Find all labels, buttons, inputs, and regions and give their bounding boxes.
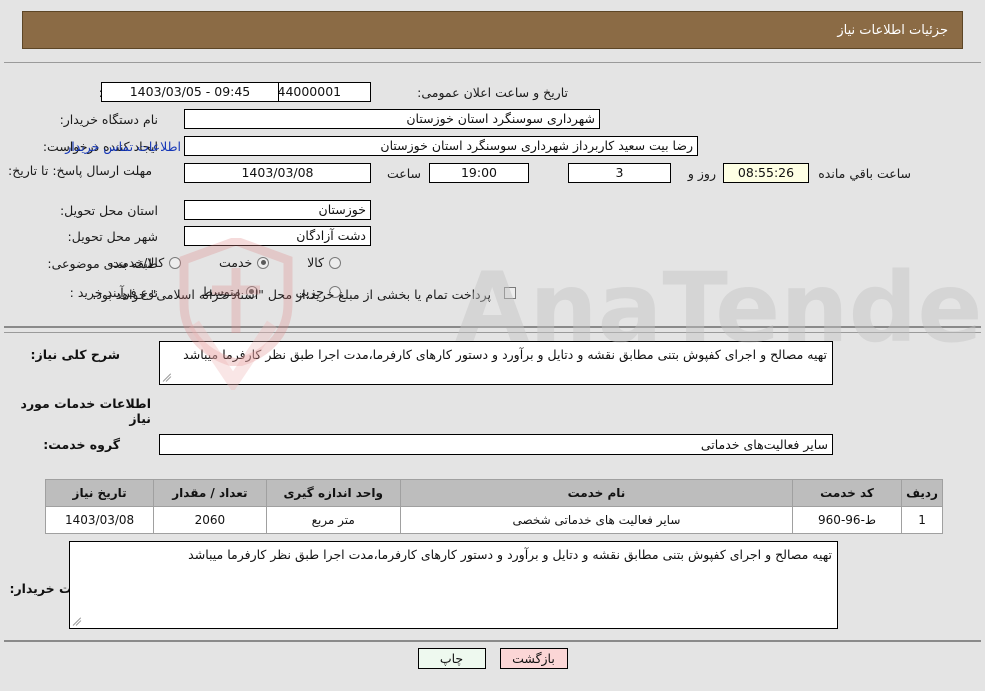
col-need-date: تاریخ نیاز [44,479,155,507]
city-field[interactable]: دشت آزادگان [184,226,371,246]
buyer-notes-value: تهیه مصالح و اجرای کفپوش بتنی مطابق نقشه… [188,547,832,562]
radio-kala-khedmat-icon[interactable] [169,256,182,269]
table-row[interactable]: 1 ط-96-960 سایر فعالیت های خدماتی شخصی م… [44,506,943,534]
requester-field[interactable]: رضا بیت سعید کاربرداز شهرداری سوسنگرد اس… [184,136,698,156]
cell-service-code: ط-96-960 [792,506,903,534]
need-summary-panel: شماره نیاز: 1103095344000001 تاریخ و ساع… [4,62,981,328]
cell-need-date: 1403/03/08 [44,506,155,534]
col-unit: واحد اندازه گیری [265,479,401,507]
announce-datetime-label: تاریخ و ساعت اعلان عمومی: [417,85,568,100]
table-header-row: ردیف کد خدمت نام خدمت واحد اندازه گیری ت… [44,479,943,507]
announce-datetime-field[interactable]: 1403/03/05 - 09:45 [101,82,279,102]
category-radio-group: کالا خدمت کالا/خدمت [76,255,341,272]
category-option-kala-khedmat-label: کالا/خدمت [109,255,165,270]
page-header-bar: جزئیات اطلاعات نیاز [22,11,963,49]
city-label-wrap: شهر محل تحویل: [68,229,158,245]
announce-datetime-label-wrap: تاریخ و ساعت اعلان عمومی: [417,85,568,101]
deadline-label-wrap: مهلت ارسال پاسخ: تا تاریخ: [8,163,158,179]
category-option-kala-label: کالا [307,255,324,270]
service-group-label: گروه خدمت: [43,437,120,452]
province-field[interactable]: خوزستان [184,200,371,220]
category-option-khedmat-label: خدمت [219,255,253,270]
col-service-name: نام خدمت [399,479,794,507]
city-label: شهر محل تحویل: [67,229,158,244]
service-group-field[interactable]: سایر فعالیت‌های خدماتی [159,434,833,455]
cell-unit: متر مربع [265,506,401,534]
buyer-contact-info-link[interactable]: اطلاعات تماس خریدار [65,139,181,154]
province-label-wrap: استان محل تحویل: [60,203,158,219]
need-description-label: شرح کلی نیاز: [30,347,120,362]
back-button[interactable]: بازگشت [499,648,568,669]
buyer-org-label-wrap: نام دستگاه خریدار: [60,112,158,128]
deadline-label: مهلت ارسال پاسخ: تا تاریخ: [8,163,153,178]
deadline-date-field[interactable]: 1403/03/08 [184,163,371,183]
remaining-time-field[interactable]: 08:55:26 [723,163,809,183]
treasury-docs-note: پرداخت تمام یا بخشی از مبلغ خرید،از محل … [92,287,491,302]
buyer-notes-textarea[interactable]: تهیه مصالح و اجرای کفپوش بتنی مطابق نقشه… [69,541,838,629]
print-button[interactable]: چاپ [417,648,486,669]
buyer-org-field[interactable]: شهرداری سوسنگرد استان خوزستان [184,109,600,129]
page-title: جزئیات اطلاعات نیاز [837,22,948,38]
need-description-value: تهیه مصالح و اجرای کفپوش بتنی مطابق نقشه… [183,347,827,362]
buyer-org-label: نام دستگاه خریدار: [59,112,158,127]
province-label: استان محل تحویل: [59,203,158,218]
col-row-no: ردیف [901,479,943,507]
remaining-days-label: روز و [687,166,716,181]
deadline-hour-label: ساعت [386,166,421,181]
resize-grip-icon[interactable] [162,372,173,382]
radio-khedmat-icon[interactable] [257,256,270,269]
cell-row-no: 1 [901,506,943,534]
cell-service-name: سایر فعالیت های خدماتی شخصی [399,506,794,534]
category-option-kala[interactable]: کالا [307,255,341,270]
need-description-textarea[interactable]: تهیه مصالح و اجرای کفپوش بتنی مطابق نقشه… [159,341,833,385]
cell-quantity: 2060 [153,506,267,534]
footer-actions: بازگشت چاپ [0,648,985,669]
col-quantity: تعداد / مقدار [153,479,267,507]
service-items-table: ردیف کد خدمت نام خدمت واحد اندازه گیری ت… [44,479,943,534]
remaining-days-field[interactable]: 3 [568,163,671,183]
col-service-code: کد خدمت [792,479,903,507]
deadline-hour-field[interactable]: 19:00 [429,163,529,183]
category-option-kala-khedmat[interactable]: کالا/خدمت [109,255,182,270]
services-section-title: اطلاعات خدمات مورد نیاز [20,396,151,426]
category-option-khedmat[interactable]: خدمت [219,255,270,270]
radio-kala-icon[interactable] [329,256,341,269]
buyer-notes-resize-grip-icon[interactable] [72,616,83,626]
treasury-docs-checkbox[interactable] [504,287,516,299]
remaining-time-label: ساعت باقي مانده [818,166,911,181]
